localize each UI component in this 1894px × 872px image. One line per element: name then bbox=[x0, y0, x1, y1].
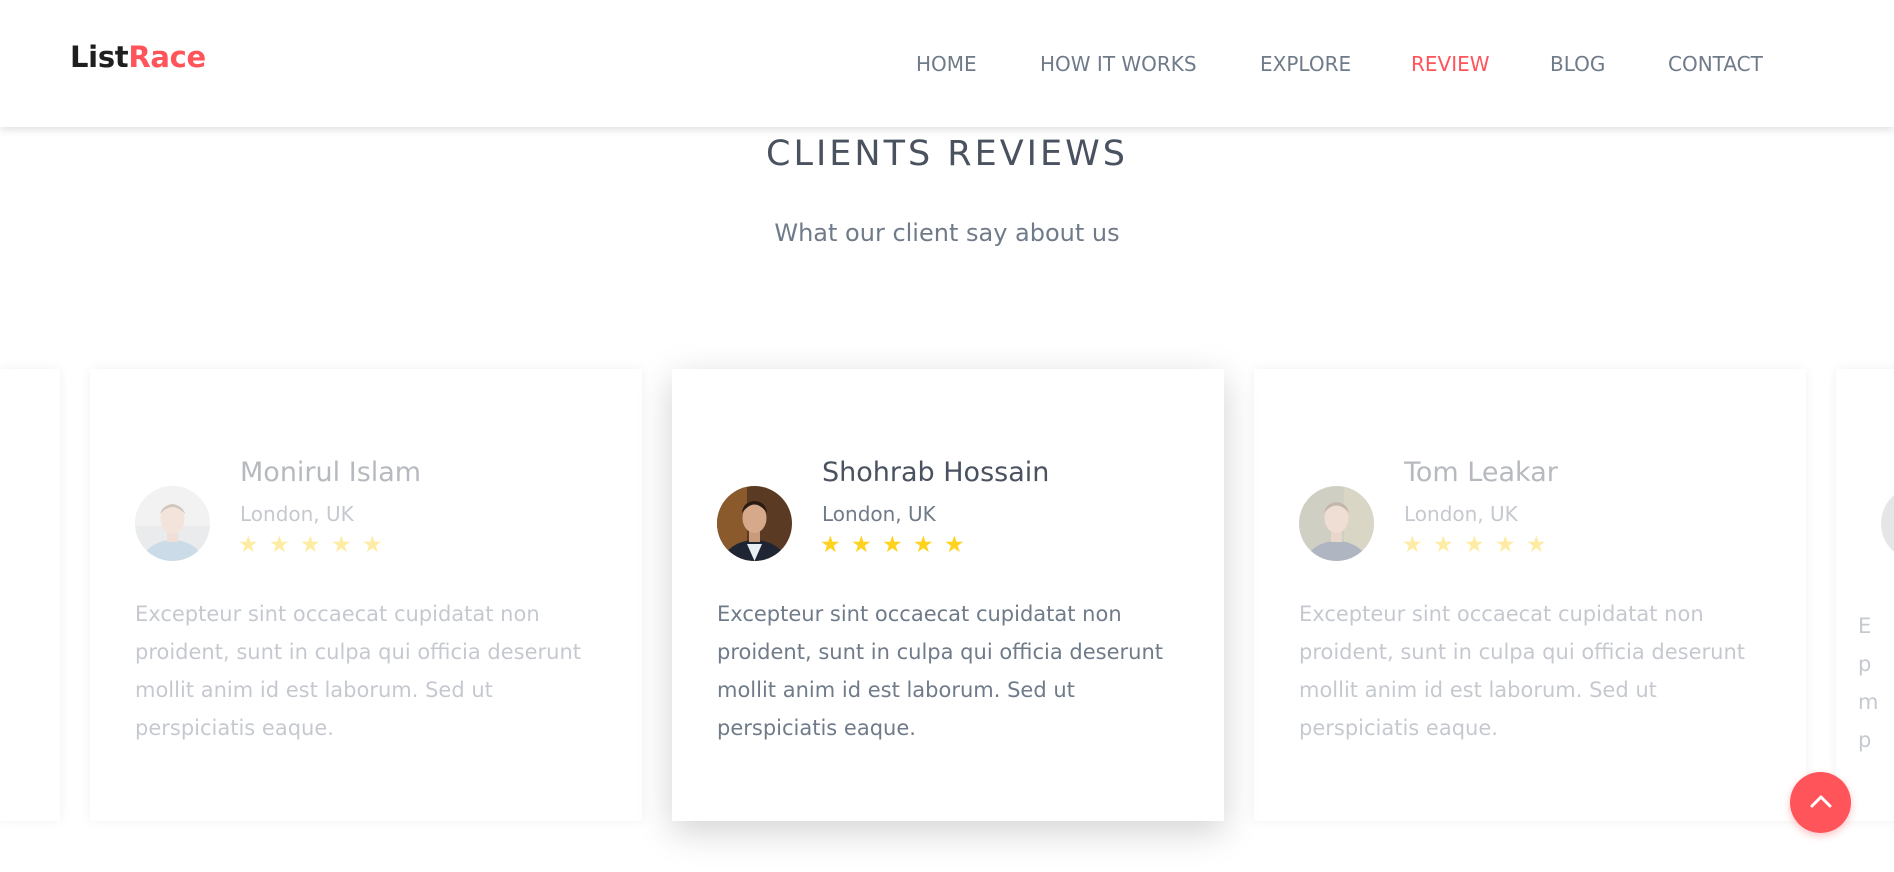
star-rating: ★ ★ ★ ★ ★ bbox=[1402, 534, 1557, 557]
logo-text-primary: List bbox=[70, 40, 129, 74]
star-icon: ★ bbox=[1526, 532, 1547, 558]
review-text-fragment-line: p bbox=[1858, 728, 1872, 752]
star-icon: ★ bbox=[851, 532, 872, 558]
logo-text-accent: Race bbox=[128, 40, 206, 74]
star-icon: ★ bbox=[269, 532, 290, 558]
review-card-partial-right[interactable]: E p m p bbox=[1836, 369, 1894, 821]
nav-blog[interactable]: BLOG bbox=[1550, 52, 1605, 76]
chevron-up-icon bbox=[1810, 795, 1832, 808]
section-title: CLIENTS REVIEWS bbox=[766, 134, 1128, 174]
reviewer-name: Shohrab Hossain bbox=[822, 457, 1050, 488]
review-card[interactable]: Monirul Islam London, UK ★ ★ ★ ★ ★ Excepteur… bbox=[90, 369, 642, 821]
review-text-fragment-line: p bbox=[1858, 652, 1872, 676]
star-rating: ★ ★ ★ ★ ★ bbox=[238, 534, 393, 557]
section-subtitle: What our client say about us bbox=[774, 219, 1120, 247]
review-card-partial-left[interactable] bbox=[0, 369, 60, 821]
logo[interactable]: ListRace bbox=[70, 40, 206, 74]
reviewer-name: Monirul Islam bbox=[240, 457, 422, 488]
reviewer-name: Tom Leakar bbox=[1404, 457, 1558, 488]
review-text: Excepteur sint occaecat cupidatat non pr… bbox=[717, 602, 1164, 740]
star-icon: ★ bbox=[820, 532, 841, 558]
review-text-fragment-line: E bbox=[1858, 614, 1872, 638]
star-icon: ★ bbox=[944, 532, 965, 558]
nav-home[interactable]: HOME bbox=[916, 52, 977, 76]
star-icon: ★ bbox=[882, 532, 903, 558]
nav-review[interactable]: REVIEW bbox=[1411, 52, 1490, 76]
nav-how-it-works[interactable]: HOW IT WORKS bbox=[1040, 52, 1197, 76]
reviewer-location: London, UK bbox=[240, 502, 354, 526]
avatar bbox=[717, 486, 792, 561]
avatar bbox=[1881, 486, 1894, 561]
star-icon: ★ bbox=[362, 532, 383, 558]
star-icon: ★ bbox=[238, 532, 259, 558]
star-icon: ★ bbox=[1495, 532, 1516, 558]
nav-contact[interactable]: CONTACT bbox=[1668, 52, 1763, 76]
review-text-fragment: E p m p bbox=[1858, 607, 1878, 759]
star-icon: ★ bbox=[1464, 532, 1485, 558]
star-rating: ★ ★ ★ ★ ★ bbox=[820, 534, 975, 557]
star-icon: ★ bbox=[331, 532, 352, 558]
reviewer-location: London, UK bbox=[822, 502, 936, 526]
nav-explore[interactable]: EXPLORE bbox=[1260, 52, 1351, 76]
review-text: Excepteur sint occaecat cupidatat non pr… bbox=[1299, 602, 1746, 740]
star-icon: ★ bbox=[1433, 532, 1454, 558]
avatar bbox=[1299, 486, 1374, 561]
reviewer-location: London, UK bbox=[1404, 502, 1518, 526]
avatar bbox=[135, 486, 210, 561]
star-icon: ★ bbox=[300, 532, 321, 558]
review-text-fragment-line: m bbox=[1858, 690, 1879, 714]
review-text: Excepteur sint occaecat cupidatat non pr… bbox=[135, 602, 582, 740]
star-icon: ★ bbox=[1402, 532, 1423, 558]
star-icon: ★ bbox=[913, 532, 934, 558]
review-card-active[interactable]: Shohrab Hossain London, UK ★ ★ ★ ★ ★ Excepte… bbox=[672, 369, 1224, 821]
back-to-top-button[interactable] bbox=[1790, 772, 1851, 833]
review-card[interactable]: Tom Leakar London, UK ★ ★ ★ ★ ★ Excepteur si… bbox=[1254, 369, 1806, 821]
site-header: ListRace HOME HOW IT WORKS EXPLORE REVIE… bbox=[0, 0, 1894, 127]
